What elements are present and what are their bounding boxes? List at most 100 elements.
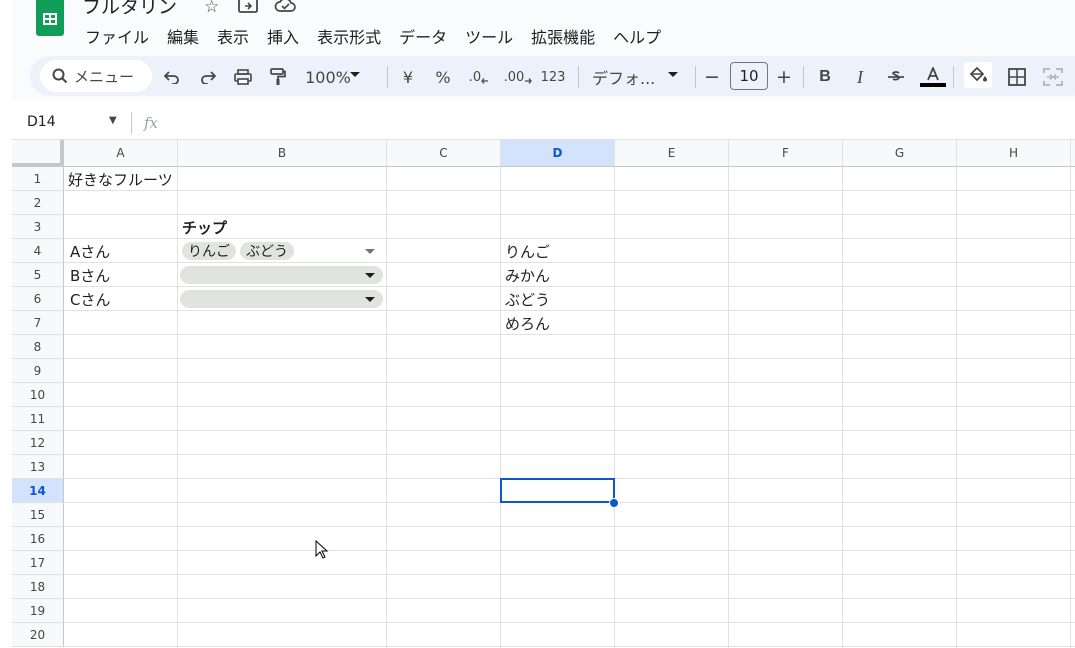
star-icon[interactable]: ☆ (204, 0, 219, 17)
font-family-select[interactable]: デフォ... (592, 66, 655, 88)
spreadsheet-grid[interactable]: A B C D E F G H 1 2 3 4 5 6 7 8 9 10 11 … (12, 140, 1075, 648)
cell-b6-dropdown[interactable] (180, 290, 383, 308)
number-format-button[interactable]: 123 (540, 66, 566, 88)
column-header-c[interactable]: C (387, 140, 501, 167)
chip-apple[interactable]: りんご (182, 242, 236, 260)
row-header-4[interactable]: 4 (12, 239, 64, 263)
currency-format-button[interactable]: ¥ (400, 66, 416, 88)
row-header-2[interactable]: 2 (12, 191, 64, 215)
b4-dropdown-icon[interactable] (365, 249, 375, 254)
column-header-b[interactable]: B (178, 140, 387, 167)
chip-grape[interactable]: ぶどう (240, 242, 294, 260)
cell-d7[interactable]: めろん (505, 311, 550, 335)
name-box-dropdown-icon[interactable]: ▼ (109, 115, 117, 126)
menu-extensions[interactable]: 拡張機能 (522, 22, 604, 52)
borders-icon[interactable] (1006, 66, 1028, 88)
row-header-1[interactable]: 1 (12, 167, 64, 191)
font-dropdown-icon[interactable] (668, 72, 678, 77)
row-header-15[interactable]: 15 (12, 503, 64, 527)
cell-b3[interactable]: チップ (182, 215, 227, 239)
gridline (64, 598, 1075, 599)
column-header-d[interactable]: D (501, 140, 615, 167)
undo-icon[interactable] (162, 66, 182, 88)
b6-dropdown-icon[interactable] (365, 297, 375, 302)
cell-b4-chips[interactable]: りんご ぶどう (182, 239, 298, 263)
menu-help[interactable]: ヘルプ (604, 22, 670, 52)
cell-a6[interactable]: Cさん (70, 287, 110, 311)
cloud-saved-icon[interactable] (274, 0, 296, 18)
toolbar: メニュー 100% ¥ % .0 .00 123 デフォ... − 10 + B… (12, 52, 1075, 100)
row-header-6[interactable]: 6 (12, 287, 64, 311)
menu-edit[interactable]: 編集 (158, 22, 208, 52)
document-title[interactable]: フルタリン (82, 0, 177, 19)
row-header-9[interactable]: 9 (12, 359, 64, 383)
cell-a1[interactable]: 好きなフルーツ (68, 167, 173, 191)
increase-font-size-button[interactable]: + (776, 66, 792, 88)
italic-button[interactable]: I (851, 66, 869, 88)
cell-d6[interactable]: ぶどう (505, 287, 550, 311)
row-header-7[interactable]: 7 (12, 311, 64, 335)
arrow-left-icon (481, 78, 489, 84)
column-header-i[interactable] (1071, 140, 1075, 167)
menu-file[interactable]: ファイル (76, 22, 158, 52)
zoom-select[interactable]: 100% (305, 66, 351, 88)
move-folder-icon[interactable] (238, 0, 258, 18)
row-header-17[interactable]: 17 (12, 551, 64, 575)
paint-format-icon[interactable] (268, 66, 288, 88)
row-header-11[interactable]: 11 (12, 407, 64, 431)
print-icon[interactable] (232, 66, 254, 88)
column-header-e[interactable]: E (615, 140, 729, 167)
merge-cells-icon[interactable] (1042, 66, 1064, 88)
row-header-14[interactable]: 14 (12, 479, 64, 503)
strikethrough-icon[interactable] (886, 66, 906, 88)
menu-data[interactable]: データ (390, 22, 456, 52)
gridline (64, 406, 1075, 407)
fill-color-icon[interactable] (964, 62, 992, 88)
gridline (64, 646, 1075, 647)
row-header-16[interactable]: 16 (12, 527, 64, 551)
row-header-13[interactable]: 13 (12, 455, 64, 479)
redo-icon[interactable] (198, 66, 218, 88)
row-header-3[interactable]: 3 (12, 215, 64, 239)
row-header-18[interactable]: 18 (12, 575, 64, 599)
formula-bar-divider (131, 112, 132, 134)
menu-tools[interactable]: ツール (456, 22, 522, 52)
increase-decimal-button[interactable]: .00 (503, 66, 533, 88)
menu-view[interactable]: 表示 (208, 22, 258, 52)
column-header-g[interactable]: G (843, 140, 957, 167)
percent-format-button[interactable]: % (435, 66, 451, 88)
menu-format[interactable]: 表示形式 (308, 22, 390, 52)
toolbar-divider (695, 66, 696, 88)
cell-a4[interactable]: Aさん (70, 239, 110, 263)
row-header-20[interactable]: 20 (12, 623, 64, 647)
row-header-8[interactable]: 8 (12, 335, 64, 359)
decrease-font-size-button[interactable]: − (704, 66, 720, 88)
column-header-a[interactable]: A (64, 140, 178, 167)
bold-button[interactable]: B (816, 66, 834, 88)
zoom-dropdown-icon[interactable] (350, 72, 360, 77)
column-header-f[interactable]: F (729, 140, 843, 167)
fill-handle[interactable] (609, 498, 619, 508)
cell-a5[interactable]: Bさん (70, 263, 110, 287)
active-cell-d14[interactable] (500, 478, 615, 503)
decrease-decimal-button[interactable]: .0 (467, 66, 491, 88)
font-size-input[interactable]: 10 (730, 62, 768, 90)
select-all-corner[interactable] (12, 140, 64, 167)
row-header-10[interactable]: 10 (12, 383, 64, 407)
menu-insert[interactable]: 挿入 (258, 22, 308, 52)
menu-search-box[interactable]: メニュー (40, 60, 152, 92)
row-header-12[interactable]: 12 (12, 431, 64, 455)
text-color-icon[interactable] (920, 66, 946, 88)
column-header-h[interactable]: H (957, 140, 1071, 167)
row-header-19[interactable]: 19 (12, 599, 64, 623)
b5-dropdown-icon[interactable] (365, 273, 375, 278)
toolbar-divider (953, 66, 954, 88)
cell-d5[interactable]: みかん (505, 263, 550, 287)
name-box[interactable]: D14 (27, 114, 56, 130)
formula-bar: D14 ▼ fx (12, 100, 1075, 140)
gridline (1070, 167, 1071, 648)
cell-b5-dropdown[interactable] (180, 266, 383, 284)
row-header-5[interactable]: 5 (12, 263, 64, 287)
sheets-logo-icon[interactable] (36, 0, 64, 36)
cell-d4[interactable]: りんご (505, 239, 550, 263)
